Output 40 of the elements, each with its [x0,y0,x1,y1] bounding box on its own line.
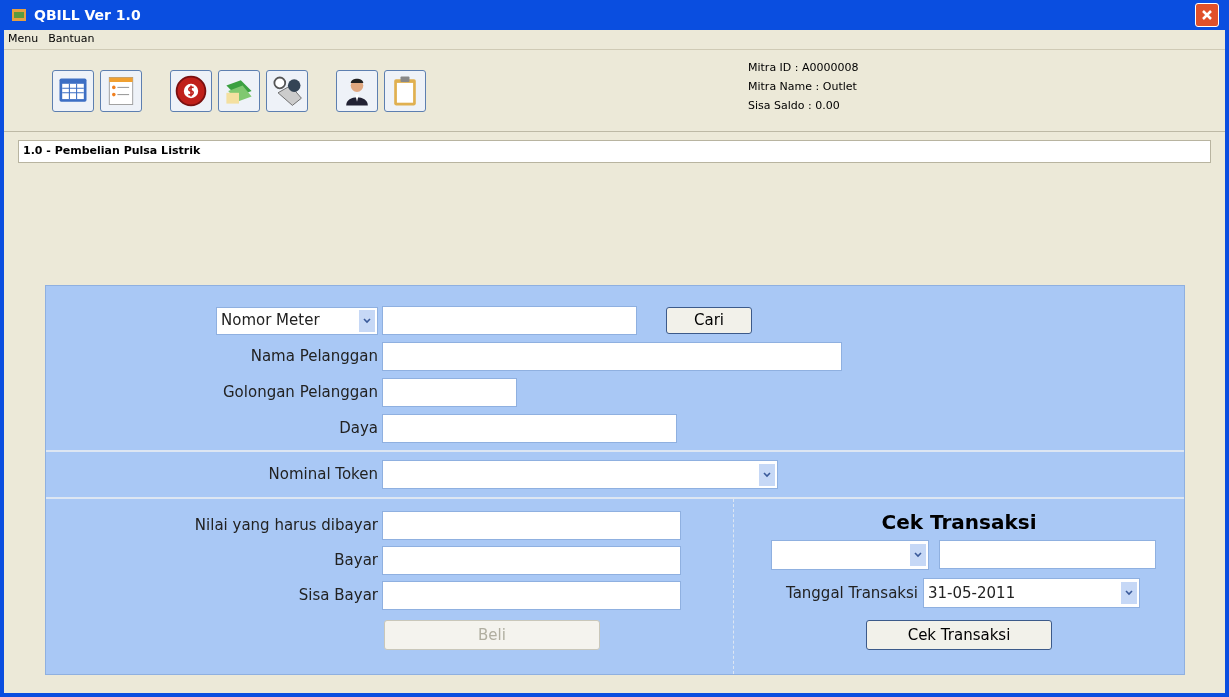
field-label: Sisa Bayar [297,585,379,607]
window-title: QBILL Ver 1.0 [34,5,141,25]
date-select[interactable]: 31-05-2011 [923,578,1141,608]
field-label: Nominal Token [267,464,379,486]
input-field[interactable] [382,342,842,371]
input-field[interactable] [382,378,517,407]
input-field[interactable] [382,581,681,610]
field-label: Golongan Pelanggan [222,382,379,404]
nominal-select[interactable] [382,460,778,489]
field-label: Nama Pelanggan [249,346,379,368]
check-transaction-button[interactable]: Cek Transaksi [866,620,1052,650]
close-icon [1201,9,1213,21]
app-icon [10,6,28,24]
mitra-id: Mitra ID : A0000008 [748,60,859,76]
key-icon[interactable] [266,69,308,112]
field-label: Tanggal Transaksi [785,582,919,604]
money-icon[interactable] [218,69,260,112]
section-title: 1.0 - Pembelian Pulsa Listrik [18,140,1211,163]
dollar-icon[interactable] [170,69,212,112]
section-heading: Cek Transaksi [881,509,1037,535]
close-button[interactable] [1195,3,1219,27]
search-button[interactable]: Cari [666,307,752,334]
field-label: Bayar [333,550,379,572]
person-icon[interactable] [336,69,378,112]
table-icon[interactable] [52,69,94,112]
field-label: Daya [338,418,379,440]
transaction-type-select[interactable] [770,540,929,570]
list-icon[interactable] [100,69,142,112]
balance: Sisa Saldo : 0.00 [748,98,841,114]
search-type-select[interactable]: Nomor Meter [216,306,378,335]
mitra-name: Mitra Name : Outlet [748,79,858,95]
input-field[interactable] [382,306,637,335]
field-label: Nilai yang harus dibayar [193,515,379,537]
clipboard-icon[interactable] [384,69,426,112]
menu-item[interactable]: Bantuan [48,31,95,48]
input-field[interactable] [382,511,681,540]
input-field[interactable] [382,546,681,575]
menu-item[interactable]: Menu [8,31,39,48]
input-field[interactable] [382,414,677,443]
input-field[interactable] [938,540,1156,569]
